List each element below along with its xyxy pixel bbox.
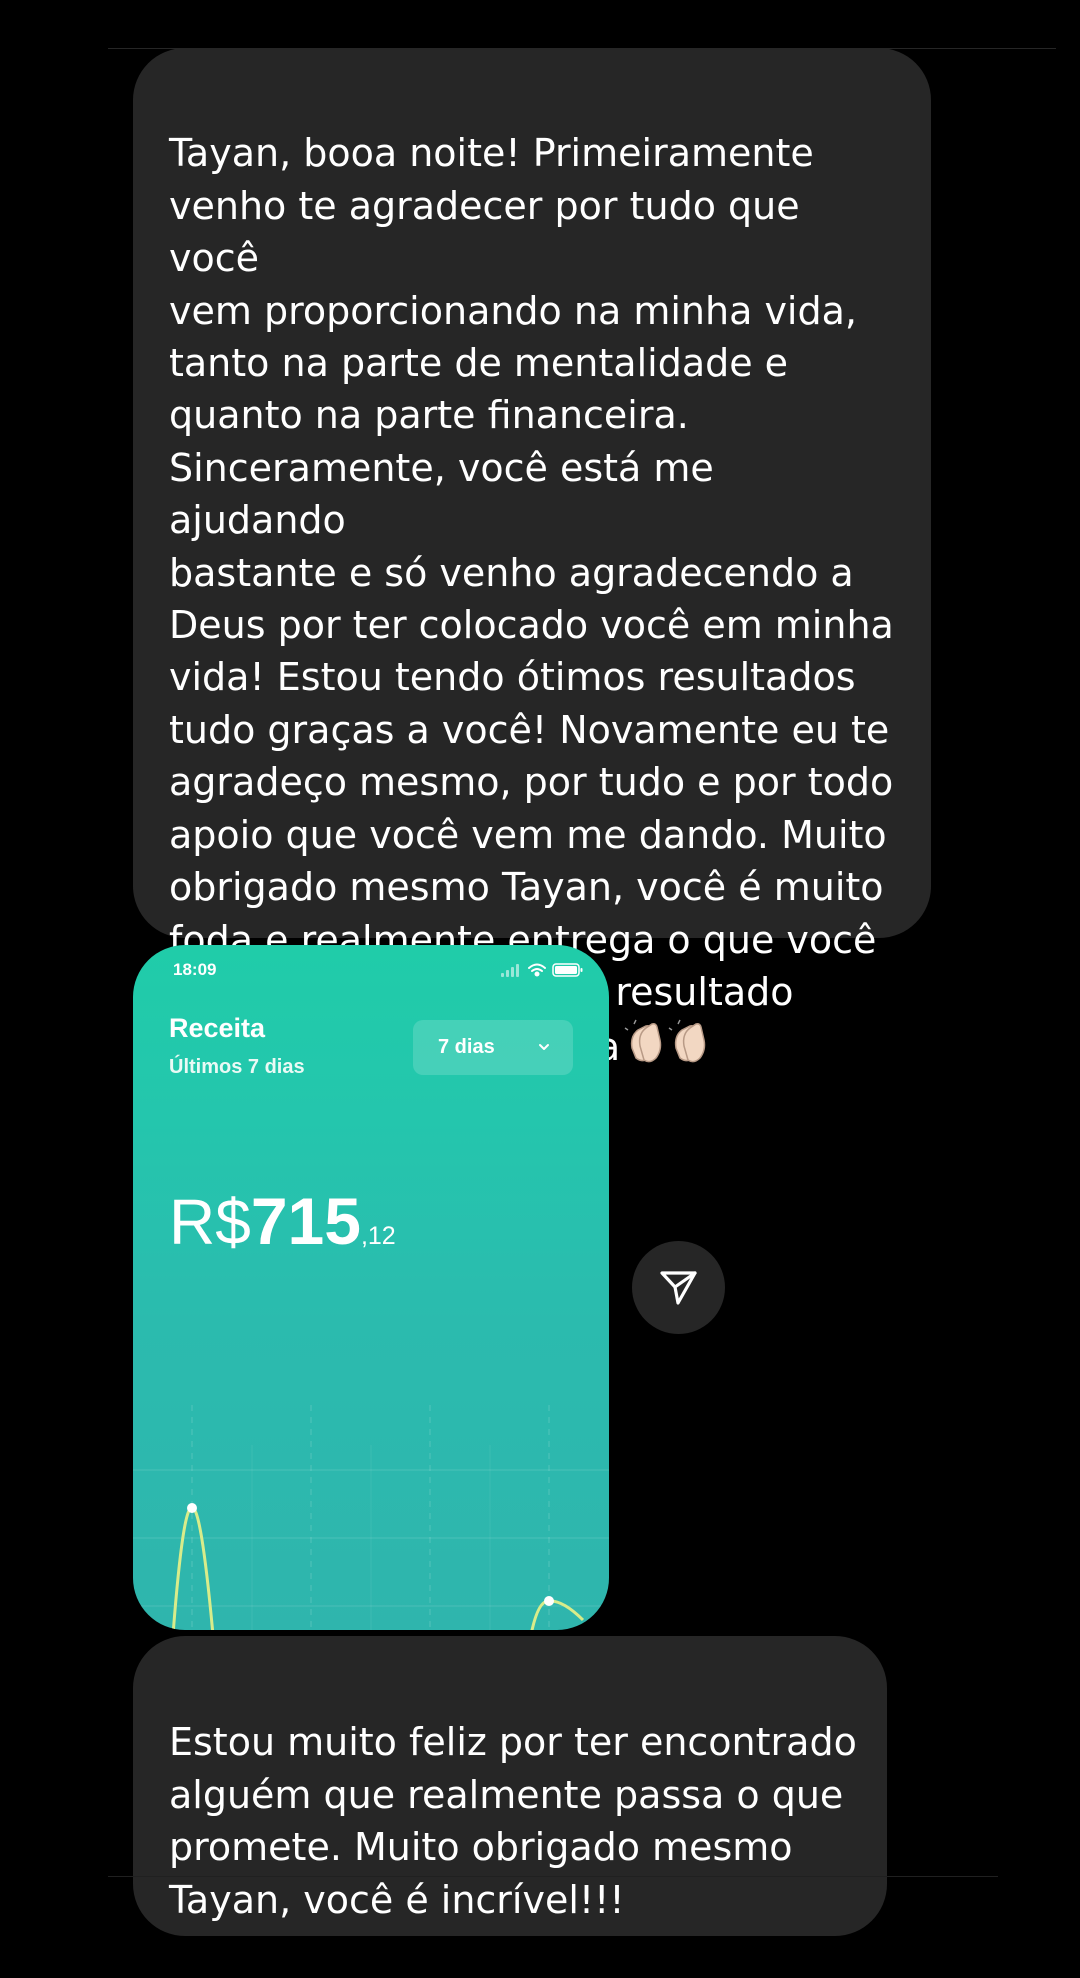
message-1-text: Tayan, booa noite! Primeiramente venho t… [169,127,901,1081]
message-bubble-2[interactable]: Estou muito feliz por ter encontrado alg… [133,1636,887,1936]
clapping-hands-icon [624,1018,714,1081]
bottom-divider [108,1876,998,1877]
chart-series-line [171,1506,215,1630]
chart-point [544,1596,554,1606]
shared-screenshot-card[interactable]: 18:09 Receita Últimos 7 dias 7 dias R$71… [133,945,609,1630]
revenue-line-chart [133,1405,609,1630]
message-2-text: Estou muito feliz por ter encontrado alg… [169,1720,857,1922]
paper-plane-icon [660,1271,697,1305]
chart-series-line-end [530,1599,585,1630]
share-button[interactable] [632,1241,725,1334]
chart-point [187,1503,197,1513]
message-bubble-1[interactable]: Tayan, booa noite! Primeiramente venho t… [133,48,931,1070]
